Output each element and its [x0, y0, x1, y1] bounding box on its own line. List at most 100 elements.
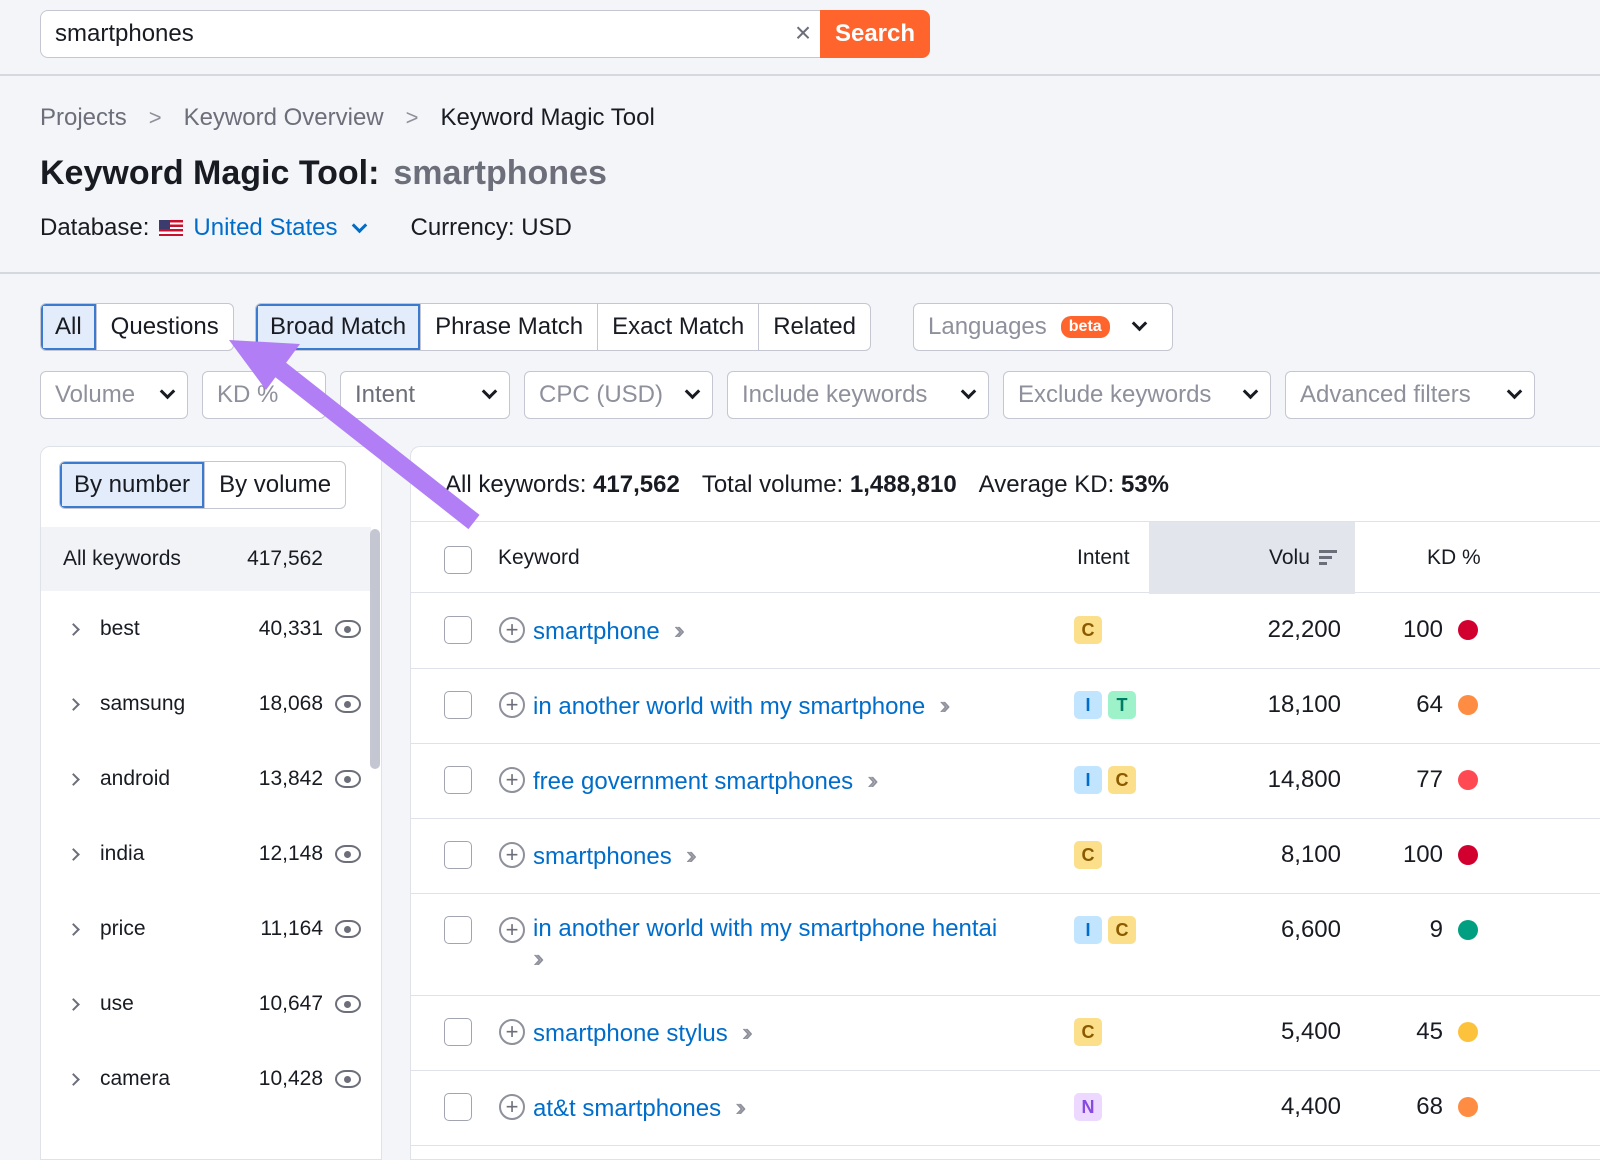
clear-search-icon[interactable]: ×	[788, 18, 818, 48]
chevron-right-icon[interactable]	[67, 847, 80, 861]
row-checkbox[interactable]	[444, 691, 472, 719]
kd-indicator-dot	[1458, 845, 1478, 865]
group-item[interactable]: india 12,148	[41, 824, 371, 884]
tab-exact-match[interactable]: Exact Match	[598, 304, 760, 350]
database-selector[interactable]: United States	[193, 214, 367, 242]
keyword-overview-icon[interactable]: ››	[735, 1092, 747, 1122]
group-item[interactable]: samsung 18,068	[41, 674, 371, 734]
intent-badge: N	[1074, 1093, 1102, 1121]
add-keyword-icon[interactable]: +	[499, 617, 525, 643]
tab-related[interactable]: Related	[759, 304, 870, 350]
chevron-right-icon[interactable]	[67, 1072, 80, 1086]
table-row: + smartphones ›› C 8,100 100	[411, 819, 1600, 894]
filter-intent[interactable]: Intent	[340, 371, 510, 419]
filter-include-keywords[interactable]: Include keywords	[727, 371, 989, 419]
table-row: + in another world with my smartphone hen…	[411, 894, 1600, 996]
keyword-link[interactable]: at&t smartphones ››	[533, 1092, 747, 1123]
chevron-right-icon[interactable]	[67, 997, 80, 1011]
volume-value: 6,600	[1280, 916, 1341, 943]
keyword-overview-icon[interactable]: ››	[674, 615, 686, 645]
add-keyword-icon[interactable]: +	[499, 692, 525, 718]
chevron-right-icon[interactable]	[67, 697, 80, 711]
breadcrumb-projects[interactable]: Projects	[40, 104, 127, 132]
chevron-right-icon[interactable]	[67, 622, 80, 636]
group-item[interactable]: best 40,331	[41, 599, 371, 659]
group-name: camera	[100, 1067, 171, 1090]
tab-questions[interactable]: Questions	[97, 304, 233, 350]
keyword-link[interactable]: in another world with my smartphone ››	[533, 690, 951, 721]
search-button[interactable]: Search	[820, 10, 930, 58]
group-item[interactable]: price 11,164	[41, 899, 371, 959]
filter-advanced[interactable]: Advanced filters	[1285, 371, 1535, 419]
group-item[interactable]: use 10,647	[41, 974, 371, 1034]
eye-icon[interactable]	[335, 995, 361, 1013]
eye-icon[interactable]	[335, 1070, 361, 1088]
row-checkbox[interactable]	[444, 1093, 472, 1121]
group-all-keywords[interactable]: All keywords 417,562	[41, 527, 371, 591]
group-item[interactable]: android 13,842	[41, 749, 371, 809]
kd-value: 9	[1429, 916, 1443, 943]
toggle-by-volume[interactable]: By volume	[205, 462, 345, 508]
breadcrumb-keyword-overview[interactable]: Keyword Overview	[184, 104, 384, 132]
select-all-checkbox[interactable]	[444, 546, 472, 574]
eye-icon[interactable]	[335, 920, 361, 938]
add-keyword-icon[interactable]: +	[499, 1019, 525, 1045]
languages-dropdown[interactable]: Languages beta	[913, 303, 1173, 351]
keyword-link[interactable]: in another world with my smartphone hent…	[533, 915, 997, 974]
filter-cpc[interactable]: CPC (USD)	[524, 371, 713, 419]
add-keyword-icon[interactable]: +	[499, 767, 525, 793]
column-kd[interactable]: KD %	[1427, 546, 1481, 570]
table-row: + smartphone stylus ›› C 5,400 45	[411, 996, 1600, 1071]
keyword-overview-icon[interactable]: ››	[867, 765, 879, 795]
table-header: Keyword Intent Volu KD %	[411, 521, 1600, 594]
row-checkbox[interactable]	[444, 766, 472, 794]
chevron-down-icon	[351, 217, 367, 234]
kd-indicator-dot	[1458, 1022, 1478, 1042]
keyword-link[interactable]: smartphone stylus ››	[533, 1017, 754, 1048]
group-count: 13,842	[258, 767, 323, 790]
breadcrumb-current: Keyword Magic Tool	[440, 104, 655, 131]
groups-scrollbar[interactable]	[370, 529, 380, 769]
filter-volume[interactable]: Volume	[40, 371, 188, 419]
tab-phrase-match[interactable]: Phrase Match	[421, 304, 599, 350]
eye-icon[interactable]	[335, 620, 361, 638]
column-intent[interactable]: Intent	[1077, 546, 1130, 570]
eye-icon[interactable]	[335, 695, 361, 713]
eye-icon[interactable]	[335, 770, 361, 788]
summary-volume-value: 1,488,810	[849, 471, 957, 498]
add-keyword-icon[interactable]: +	[499, 1094, 525, 1120]
keyword-overview-icon[interactable]: ››	[533, 943, 545, 973]
page-title: Keyword Magic Tool: smartphones	[40, 154, 607, 193]
group-all-count: 417,562	[247, 547, 323, 570]
column-keyword[interactable]: Keyword	[498, 546, 580, 570]
chevron-right-icon[interactable]	[67, 922, 80, 936]
filter-advanced-label: Advanced filters	[1300, 381, 1471, 408]
tab-all[interactable]: All	[41, 304, 97, 350]
table-row: + free government smartphones ›› I C 14,800 7…	[411, 744, 1600, 819]
add-keyword-icon[interactable]: +	[499, 842, 525, 868]
filter-kd[interactable]: KD %	[202, 371, 326, 419]
row-checkbox[interactable]	[444, 841, 472, 869]
keyword-text: in another world with my smartphone	[533, 693, 926, 720]
filter-exclude-keywords[interactable]: Exclude keywords	[1003, 371, 1271, 419]
group-item[interactable]: camera 10,428	[41, 1049, 371, 1109]
toggle-by-number[interactable]: By number	[60, 462, 206, 508]
add-keyword-icon[interactable]: +	[499, 917, 525, 943]
keyword-overview-icon[interactable]: ››	[686, 840, 698, 870]
chevron-right-icon[interactable]	[67, 772, 80, 786]
keyword-link[interactable]: smartphone ››	[533, 615, 686, 646]
eye-icon[interactable]	[335, 845, 361, 863]
keyword-link[interactable]: smartphones ››	[533, 840, 698, 871]
sort-descending-icon[interactable]	[1319, 550, 1337, 568]
keyword-link[interactable]: free government smartphones ››	[533, 765, 879, 796]
column-volume[interactable]: Volu	[1269, 546, 1310, 570]
row-checkbox[interactable]	[444, 916, 472, 944]
row-checkbox[interactable]	[444, 1018, 472, 1046]
keyword-overview-icon[interactable]: ››	[939, 690, 951, 720]
chevron-down-icon	[960, 383, 977, 399]
tab-broad-match[interactable]: Broad Match	[256, 304, 422, 350]
search-input[interactable]: smartphones	[40, 10, 820, 58]
intent-badge: C	[1074, 616, 1102, 644]
row-checkbox[interactable]	[444, 616, 472, 644]
keyword-overview-icon[interactable]: ››	[742, 1017, 754, 1047]
